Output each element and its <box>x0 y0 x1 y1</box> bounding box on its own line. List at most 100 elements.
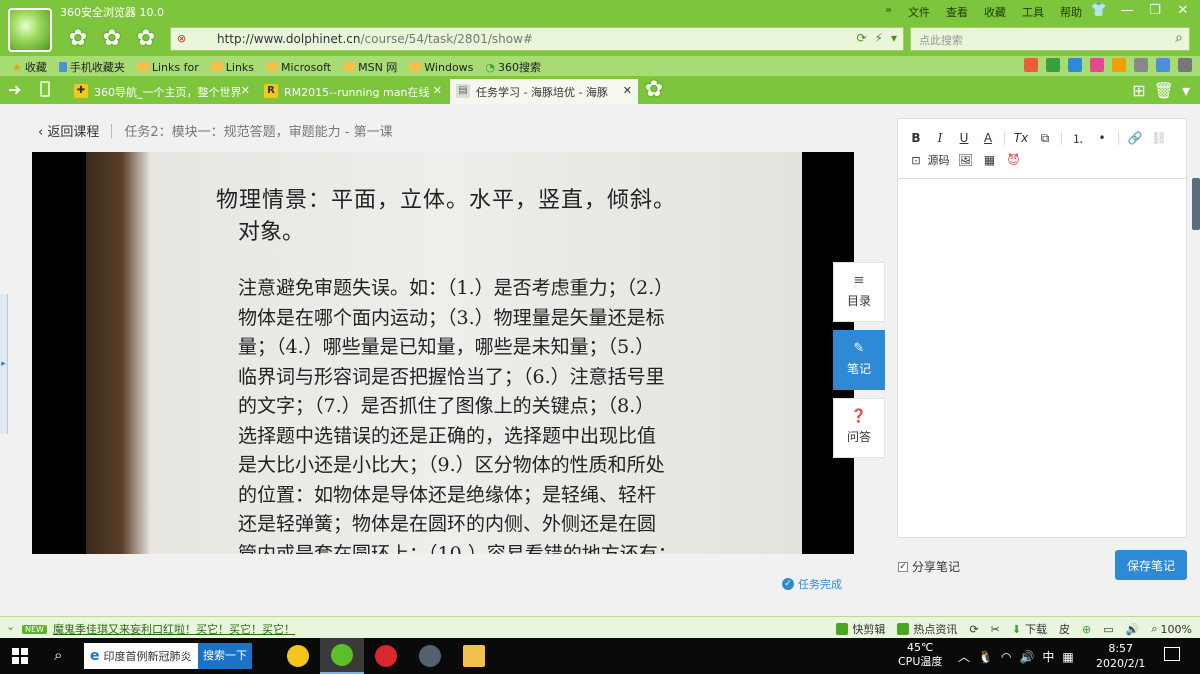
notification-icon[interactable] <box>1164 647 1180 661</box>
share-checkbox[interactable]: ✓ <box>898 561 908 572</box>
search-box[interactable]: 点此搜索 ⌕ <box>910 27 1190 51</box>
back-to-course-link[interactable]: ‹ 返回课程 <box>38 121 99 140</box>
menu-expand-icon[interactable]: » <box>885 3 892 16</box>
hot-news-button[interactable]: 热点资讯 <box>897 621 957 637</box>
speed-mode-icon[interactable]: ⚡ <box>875 31 883 45</box>
bold-button[interactable]: B <box>908 131 924 145</box>
app-icon[interactable] <box>1134 58 1148 72</box>
tray-expand-icon[interactable]: ︿ <box>958 648 970 665</box>
system-clock[interactable]: 8:57 2020/2/1 <box>1096 641 1145 671</box>
search-icon[interactable]: ⌕ <box>54 646 62 664</box>
catalog-button[interactable]: ≡ 目录 <box>833 262 885 322</box>
close-tab-icon[interactable]: ✕ <box>241 84 250 97</box>
add-tab-icon[interactable]: ⊞ <box>1132 81 1145 100</box>
bullet-list-button[interactable]: • <box>1094 131 1110 145</box>
cpu-temperature[interactable]: 45℃ CPU温度 <box>898 641 942 669</box>
restore-icon[interactable]: ❐ <box>1144 1 1166 21</box>
fav-item[interactable]: Microsoft <box>266 59 331 75</box>
close-tab-icon[interactable]: ✕ <box>623 84 632 97</box>
arrow-right-icon[interactable]: ➜ <box>8 80 21 99</box>
skin-icon[interactable]: 👕 <box>1088 1 1110 21</box>
chevron-down-icon[interactable]: ⌄ <box>6 620 15 633</box>
app-icon[interactable] <box>1090 58 1104 72</box>
fav-item[interactable]: Windows <box>409 59 473 75</box>
fav-item[interactable]: MSN 网 <box>343 59 397 75</box>
download-button[interactable]: ⬇ 下载 <box>1012 621 1047 637</box>
taskbar-search-box[interactable]: e 印度首例新冠肺炎 搜索一下 <box>84 643 252 669</box>
taskbar-app-game[interactable] <box>408 638 452 674</box>
editor-content-area[interactable] <box>898 179 1186 537</box>
close-icon[interactable]: ✕ <box>1172 1 1194 21</box>
fav-item[interactable]: 手机收藏夹 <box>58 59 125 75</box>
quick-clip-button[interactable]: 快剪辑 <box>836 621 885 637</box>
translate-icon[interactable]: ⽪ <box>1059 621 1070 637</box>
video-player[interactable]: 物理情景：平面，立体。水平，竖直，倾斜。 对象。 注意避免审题失误。如：（1.）… <box>32 152 854 554</box>
table-icon[interactable]: ▦ <box>982 153 998 167</box>
app-icon[interactable] <box>1046 58 1060 72</box>
keyboard-icon[interactable]: ▦ <box>1062 650 1073 664</box>
left-collapse-handle[interactable]: ▸ <box>0 294 8 434</box>
source-button[interactable]: ⊡ 源码 <box>908 152 949 168</box>
tab-360-home[interactable]: ✚ 360导航_一个主页，整个世界 ✕ <box>68 79 256 104</box>
chevron-down-icon[interactable]: ▾ <box>1182 81 1190 100</box>
menu-favorites[interactable]: 收藏 <box>984 4 1006 20</box>
reload-icon[interactable]: ⟳ <box>856 31 866 45</box>
screen-icon[interactable]: ▭ <box>1103 623 1113 636</box>
link-button[interactable]: 🔗 <box>1127 131 1143 145</box>
taskbar-search-input[interactable]: 印度首例新冠肺炎 <box>104 648 199 664</box>
minimize-icon[interactable]: — <box>1116 1 1138 21</box>
new-tab-icon[interactable]: ✿ <box>640 76 668 104</box>
unlink-button[interactable]: ⛓ <box>1151 131 1167 145</box>
emoji-icon[interactable]: 😈 <box>1006 153 1022 167</box>
notes-button[interactable]: ✎ 笔记 <box>833 330 885 390</box>
windows-start-icon[interactable] <box>12 648 28 664</box>
share-notes-toggle[interactable]: ✓ 分享笔记 <box>898 558 960 575</box>
underline-button[interactable]: U <box>956 131 972 145</box>
news-link[interactable]: 魔鬼季佳琪又来妄利口红啦！买它！买它！买它！ <box>53 621 295 637</box>
wifi-icon[interactable]: ◠ <box>1001 650 1011 664</box>
fav-item[interactable]: Links <box>210 59 254 75</box>
site-security-icon[interactable]: ⊗ <box>177 32 191 46</box>
settings-icon[interactable] <box>1178 58 1192 72</box>
image-icon[interactable]: 🖼 <box>958 153 974 167</box>
menu-view[interactable]: 查看 <box>946 4 968 20</box>
qq-icon[interactable]: 🐧 <box>978 650 993 664</box>
news-ticker[interactable]: NEW 魔鬼季佳琪又来妄利口红啦！买它！买它！买它！ <box>22 621 295 637</box>
menu-tools[interactable]: 工具 <box>1022 4 1044 20</box>
qa-button[interactable]: ❓ 问答 <box>833 398 885 458</box>
url-text[interactable]: http://www.dolphinet.cn/course/54/task/2… <box>217 32 533 46</box>
taskbar-search-button[interactable]: 搜索一下 <box>198 643 252 669</box>
page-scrollbar[interactable] <box>1192 178 1200 230</box>
tools-icon[interactable]: ✂ <box>991 623 1000 636</box>
menu-help[interactable]: 帮助 <box>1060 4 1082 20</box>
app-icon[interactable] <box>1068 58 1082 72</box>
back-icon[interactable]: ✿ <box>64 25 92 53</box>
dropdown-icon[interactable]: ▾ <box>891 31 897 45</box>
tab-rm2015[interactable]: R RM2015--running man在线 ✕ <box>258 79 448 104</box>
save-notes-button[interactable]: 保存笔记 <box>1115 550 1187 580</box>
fav-item[interactable]: ★ 收藏 <box>12 59 47 75</box>
menu-file[interactable]: 文件 <box>908 4 930 20</box>
ime-indicator[interactable]: 中 <box>1042 648 1054 665</box>
zoom-level[interactable]: ⌕ 100% <box>1151 622 1192 636</box>
address-bar[interactable]: ⊗ http://www.dolphinet.cn/course/54/task… <box>170 27 904 51</box>
fav-item[interactable]: Links for <box>136 59 199 75</box>
remove-format-button[interactable]: Tx <box>1013 131 1029 145</box>
search-icon[interactable]: ⌕ <box>1175 30 1183 46</box>
numbered-list-button[interactable]: ⒈ <box>1070 130 1086 147</box>
close-tab-icon[interactable]: ✕ <box>433 84 442 97</box>
tab-task-learning[interactable]: ▤ 任务学习 - 海豚培优 - 海豚 ✕ <box>450 79 638 104</box>
taskbar-app-explorer[interactable] <box>452 638 496 674</box>
app-icon[interactable] <box>1024 58 1038 72</box>
taskbar-app-360browser[interactable] <box>320 638 364 674</box>
paste-text-button[interactable]: ⧉ <box>1037 131 1053 146</box>
zoom-icon[interactable] <box>1156 58 1170 72</box>
app-icon[interactable] <box>1112 58 1126 72</box>
search-input[interactable]: 点此搜索 <box>919 32 963 48</box>
phone-panel-icon[interactable] <box>40 81 50 97</box>
forward-icon[interactable]: ✿ <box>98 25 126 53</box>
volume-icon[interactable]: 🔊 <box>1019 650 1034 664</box>
font-color-button[interactable]: A <box>980 131 996 145</box>
fav-item[interactable]: ◔ 360搜索 <box>485 59 541 75</box>
task-complete-status[interactable]: ✓ 任务完成 <box>782 576 842 592</box>
